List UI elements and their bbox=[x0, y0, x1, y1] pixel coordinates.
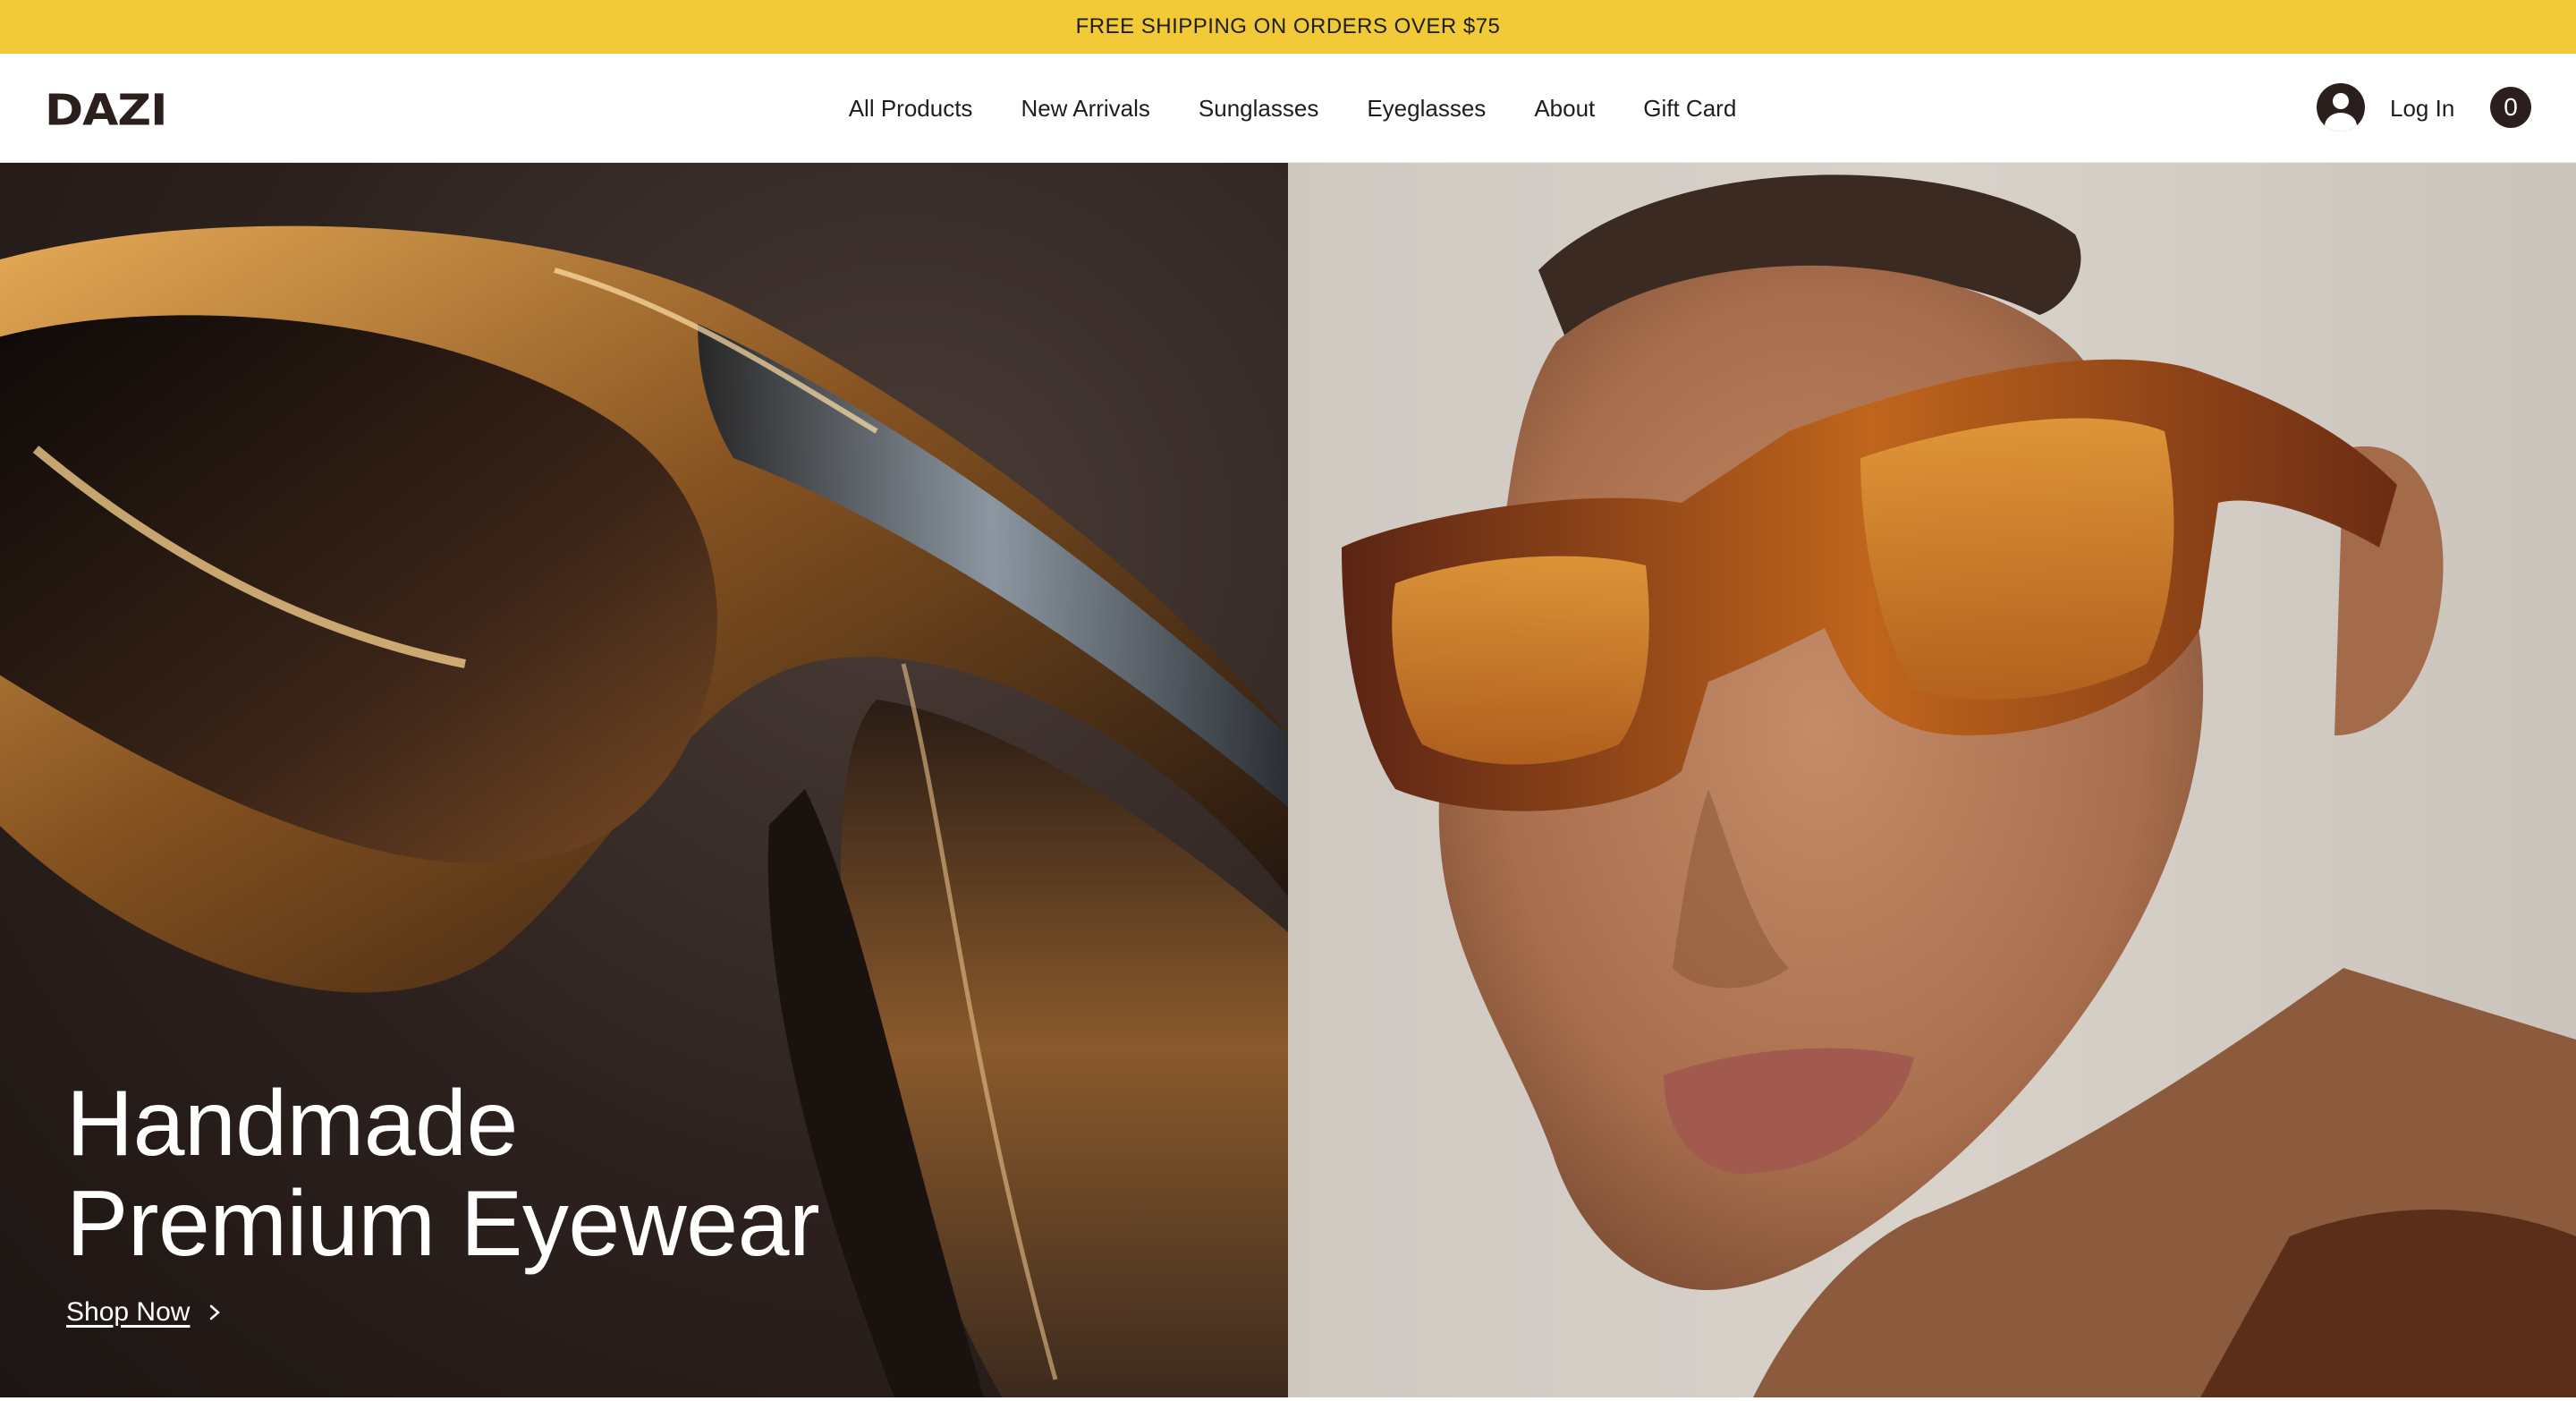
shop-now-label: Shop Now bbox=[66, 1297, 191, 1327]
nav-new-arrivals[interactable]: New Arrivals bbox=[996, 95, 1174, 123]
nav-sunglasses[interactable]: Sunglasses bbox=[1174, 95, 1343, 123]
model-with-sunglasses-image bbox=[1288, 163, 2576, 1397]
hero-heading-line1: Handmade bbox=[66, 1072, 518, 1176]
shop-now-link[interactable]: Shop Now bbox=[66, 1297, 222, 1328]
hero-section: Handmade Premium Eyewear Shop Now bbox=[0, 163, 2576, 1397]
nav-about[interactable]: About bbox=[1510, 95, 1619, 123]
hero-heading: Handmade Premium Eyewear bbox=[66, 1072, 820, 1276]
chevron-right-icon bbox=[210, 1304, 221, 1320]
hero-text-block: Handmade Premium Eyewear Shop Now bbox=[66, 1072, 820, 1328]
cart-button[interactable]: 0 bbox=[2490, 87, 2531, 128]
login-link[interactable]: Log In bbox=[2390, 95, 2454, 123]
nav-all-products[interactable]: All Products bbox=[825, 95, 997, 123]
account-icon[interactable] bbox=[2317, 83, 2365, 132]
account-icon-shoulders bbox=[2325, 113, 2357, 132]
main-nav: All Products New Arrivals Sunglasses Eye… bbox=[0, 54, 2576, 163]
nav-gift-card[interactable]: Gift Card bbox=[1619, 95, 1760, 123]
site-header: DAZI All Products New Arrivals Sunglasse… bbox=[0, 54, 2576, 163]
cart-count: 0 bbox=[2504, 93, 2518, 121]
announcement-bar: FREE SHIPPING ON ORDERS OVER $75 bbox=[0, 0, 2576, 54]
announcement-text: FREE SHIPPING ON ORDERS OVER $75 bbox=[1075, 14, 1501, 38]
account-icon-head bbox=[2333, 93, 2349, 109]
hero-heading-line2: Premium Eyewear bbox=[66, 1172, 820, 1276]
nav-eyeglasses[interactable]: Eyeglasses bbox=[1343, 95, 1510, 123]
model-portrait-art bbox=[1342, 174, 2576, 1397]
logo[interactable]: DAZI bbox=[45, 86, 167, 135]
